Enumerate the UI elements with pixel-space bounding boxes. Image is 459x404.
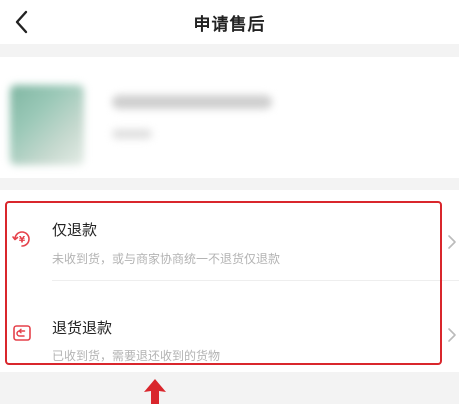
svg-text:¥: ¥ bbox=[19, 236, 26, 246]
product-card bbox=[0, 57, 459, 178]
navigation-bar: 申请售后 bbox=[0, 0, 459, 44]
return-and-refund-description: 已收到货，需要退还收到的货物 bbox=[52, 349, 221, 363]
return-and-refund-option[interactable]: 退货退款 已收到货，需要退还收到的货物 bbox=[0, 281, 459, 371]
page-title: 申请售后 bbox=[193, 15, 266, 35]
chevron-right-icon bbox=[448, 328, 456, 342]
product-name-blurred bbox=[112, 95, 272, 109]
refund-only-option[interactable]: ¥ 仅退款 未收到货，或与商家协商统一不退货仅退款 bbox=[0, 190, 459, 281]
product-spec-blurred bbox=[112, 129, 152, 139]
yuan-refund-icon: ¥ bbox=[12, 231, 30, 247]
refund-only-description: 未收到货，或与商家协商统一不退货仅退款 bbox=[52, 252, 281, 266]
refund-only-title: 仅退款 bbox=[52, 221, 98, 239]
product-thumbnail bbox=[10, 85, 84, 165]
pointer-arrow-icon bbox=[144, 379, 166, 404]
return-and-refund-title: 退货退款 bbox=[52, 319, 113, 337]
after-sale-options: ¥ 仅退款 未收到货，或与商家协商统一不退货仅退款 退货退款 已收到货，需要退还… bbox=[0, 190, 459, 372]
chevron-right-icon bbox=[448, 235, 456, 249]
return-box-icon bbox=[13, 325, 31, 341]
